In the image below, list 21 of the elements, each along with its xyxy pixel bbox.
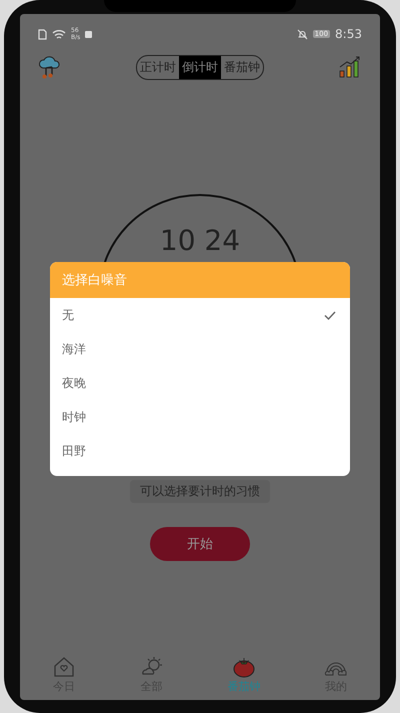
sound-option[interactable]: 田野 (50, 434, 350, 468)
tomato-icon (232, 656, 256, 678)
clock-time: 8:53 (335, 27, 362, 41)
start-button[interactable]: 开始 (150, 527, 250, 561)
bar-chart-icon[interactable] (338, 55, 362, 79)
sound-option[interactable]: 海洋 (50, 332, 350, 366)
mode-tab[interactable]: 倒计时 (179, 56, 221, 78)
hint-label: 可以选择要计时的习惯 (130, 480, 270, 503)
mode-tab[interactable]: 番茄钟 (221, 56, 263, 78)
sound-option[interactable]: 夜晚 (50, 366, 350, 400)
muted-bell-icon (296, 28, 308, 40)
mode-tab[interactable]: 正计时 (137, 56, 179, 78)
house-heart-icon (52, 656, 76, 678)
dialog-title: 选择白噪音 (62, 272, 127, 289)
sound-option[interactable]: 时钟 (50, 400, 350, 434)
notification-icon (85, 30, 92, 38)
sound-option[interactable]: 无 (50, 298, 350, 332)
sim-icon (38, 28, 47, 40)
wifi-icon (52, 28, 66, 40)
cloud-music-icon[interactable] (38, 54, 62, 80)
timer-time: 10 24 (160, 224, 240, 258)
